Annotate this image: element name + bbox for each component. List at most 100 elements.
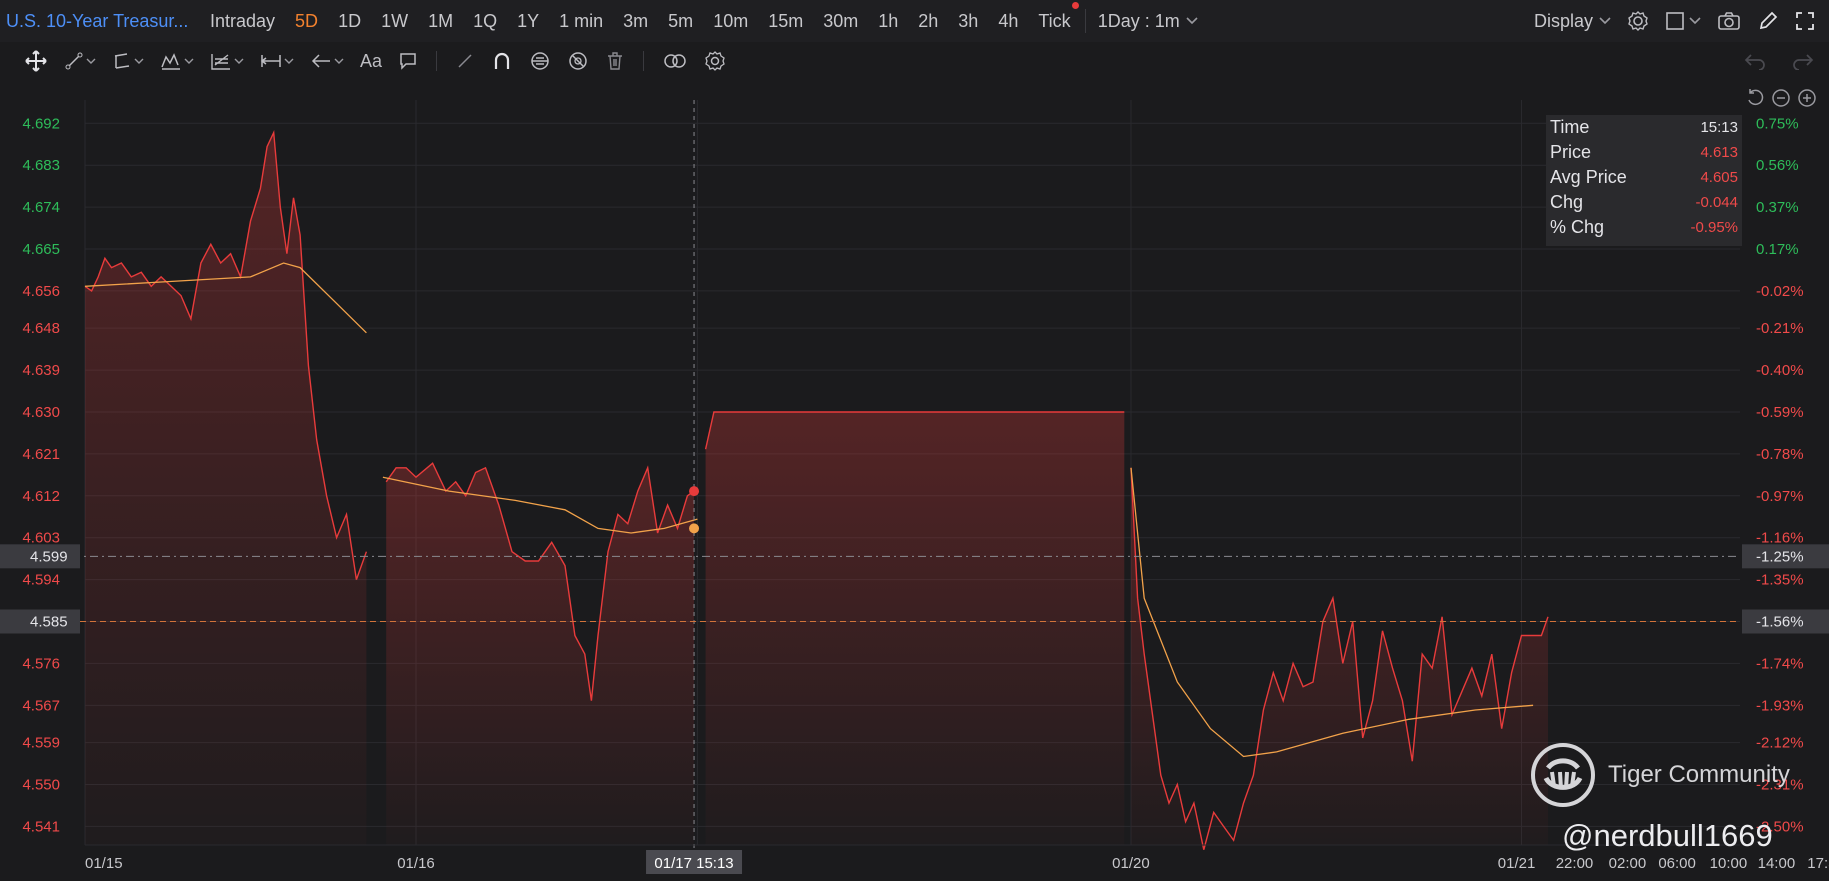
x-tick-label: 01/21 (1498, 855, 1536, 872)
camera-icon[interactable] (1717, 11, 1741, 31)
y-tick-label: 4.648 (22, 320, 60, 337)
period-5d[interactable]: 5D (285, 0, 328, 42)
expand-icon (1796, 12, 1814, 30)
chevron-down-icon (184, 58, 194, 64)
x-tick-label: 17:59 (1807, 855, 1829, 872)
y-tick-label: 4.541 (22, 818, 60, 835)
period-1y[interactable]: 1Y (507, 0, 549, 42)
info-label: Time (1550, 117, 1590, 137)
fullscreen-button[interactable] (1795, 11, 1815, 31)
period-1m[interactable]: 1M (418, 0, 463, 42)
hide-tool[interactable] (563, 46, 593, 76)
info-label: Chg (1550, 192, 1584, 212)
trend-line-tool[interactable] (60, 46, 100, 76)
reset-icon[interactable] (1745, 88, 1765, 108)
comment-tool[interactable] (394, 46, 422, 76)
y-pct-tick-label: -0.02% (1756, 283, 1804, 300)
y-tick-label: 4.567 (22, 697, 60, 714)
notification-dot (1071, 2, 1079, 9)
text-tool[interactable]: Aa (356, 46, 386, 76)
link-tool[interactable] (658, 46, 692, 76)
y-tick-label: 4.639 (22, 362, 60, 379)
y-tick-label: 4.576 (22, 655, 60, 672)
lock-tool[interactable] (525, 46, 555, 76)
zoom-controls (1745, 88, 1817, 108)
brush-tool[interactable] (451, 46, 479, 76)
measure-icon (260, 55, 281, 67)
y-tick-label: 4.630 (22, 404, 60, 421)
watermark: Tiger Community (1530, 742, 1790, 808)
current-pct-label: -1.56% (1756, 614, 1804, 631)
lock-icon (531, 52, 549, 70)
redo-icon[interactable] (1791, 52, 1815, 70)
info-value: 15:13 (1700, 119, 1738, 136)
period-1d[interactable]: 1D (328, 0, 371, 42)
draw-settings-tool[interactable] (700, 46, 730, 76)
y-pct-tick-label: -1.93% (1756, 697, 1804, 714)
window-icon (1666, 12, 1684, 30)
y-tick-label: 4.621 (22, 446, 60, 463)
measure-tool[interactable] (256, 46, 298, 76)
layout-dropdown[interactable] (1665, 11, 1701, 31)
period-10m[interactable]: 10m (703, 0, 758, 42)
y-tick-label: 4.559 (22, 735, 60, 752)
period-5m[interactable]: 5m (658, 0, 703, 42)
x-tick-label: 01/15 (85, 855, 123, 872)
info-value: 4.613 (1700, 144, 1738, 161)
top-toolbar: U.S. 10-Year Treasur... Intraday 5D 1D 1W 1M… (0, 0, 1829, 42)
period-1q[interactable]: 1Q (463, 0, 507, 42)
period-1h[interactable]: 1h (868, 0, 908, 42)
toolbar-divider (1084, 9, 1086, 33)
x-tick-label: 22:00 (1556, 855, 1594, 872)
settings-icon[interactable] (1627, 10, 1649, 32)
crosshair-y-label: 4.599 (30, 548, 68, 565)
chevron-down-icon (134, 58, 144, 64)
fibonacci-tool[interactable] (206, 46, 248, 76)
period-1w[interactable]: 1W (371, 0, 418, 42)
undo-icon[interactable] (1743, 52, 1767, 70)
y-pct-tick-label: -0.78% (1756, 446, 1804, 463)
pencil-icon[interactable] (1757, 10, 1779, 32)
trend-line-icon (65, 52, 83, 70)
move-tool[interactable] (20, 46, 52, 76)
period-intraday[interactable]: Intraday (200, 0, 285, 42)
crosshair-pct-label: -1.25% (1756, 548, 1804, 565)
channel-tool[interactable] (108, 46, 148, 76)
period-2h[interactable]: 2h (908, 0, 948, 42)
y-pct-tick-label: -1.74% (1756, 655, 1804, 672)
instrument-title[interactable]: U.S. 10-Year Treasur... (0, 11, 200, 32)
channel-icon (114, 53, 130, 69)
zoom-out-icon[interactable] (1771, 88, 1791, 108)
period-15m[interactable]: 15m (758, 0, 813, 42)
current-y-label: 4.585 (30, 614, 68, 631)
magnet-tool[interactable] (487, 46, 517, 76)
period-3h[interactable]: 3h (948, 0, 988, 42)
delete-tool[interactable] (601, 46, 629, 76)
period-4h[interactable]: 4h (988, 0, 1028, 42)
period-3m[interactable]: 3m (613, 0, 658, 42)
display-dropdown[interactable]: Display (1534, 11, 1611, 32)
info-label: Price (1550, 142, 1592, 162)
x-tick-label: 10:00 (1710, 855, 1748, 872)
y-tick-label: 4.674 (22, 199, 60, 216)
y-tick-label: 4.692 (22, 115, 60, 132)
info-row-chg: Chg -0.044 (1550, 190, 1738, 215)
y-pct-tick-label: 0.56% (1756, 157, 1799, 174)
move-icon (25, 50, 47, 72)
zoom-in-icon[interactable] (1797, 88, 1817, 108)
y-pct-tick-label: 0.37% (1756, 199, 1799, 216)
x-tick-label: 14:00 (1758, 855, 1796, 872)
period-tick[interactable]: Tick (1028, 0, 1080, 42)
y-tick-label: 4.594 (22, 572, 60, 589)
period-1-min[interactable]: 1 min (549, 0, 613, 42)
pattern-tool[interactable] (156, 46, 198, 76)
chevron-down-icon (86, 58, 96, 64)
chevron-down-icon (1599, 17, 1611, 25)
price-area-fill (705, 412, 1125, 845)
arrow-tool[interactable] (306, 46, 348, 76)
period-30m[interactable]: 30m (813, 0, 868, 42)
interval-dropdown[interactable]: 1Day : 1m (1090, 11, 1206, 32)
top-right-controls: Display (1534, 0, 1815, 42)
hide-icon (569, 52, 587, 70)
info-row-price: Price 4.613 (1550, 140, 1738, 165)
